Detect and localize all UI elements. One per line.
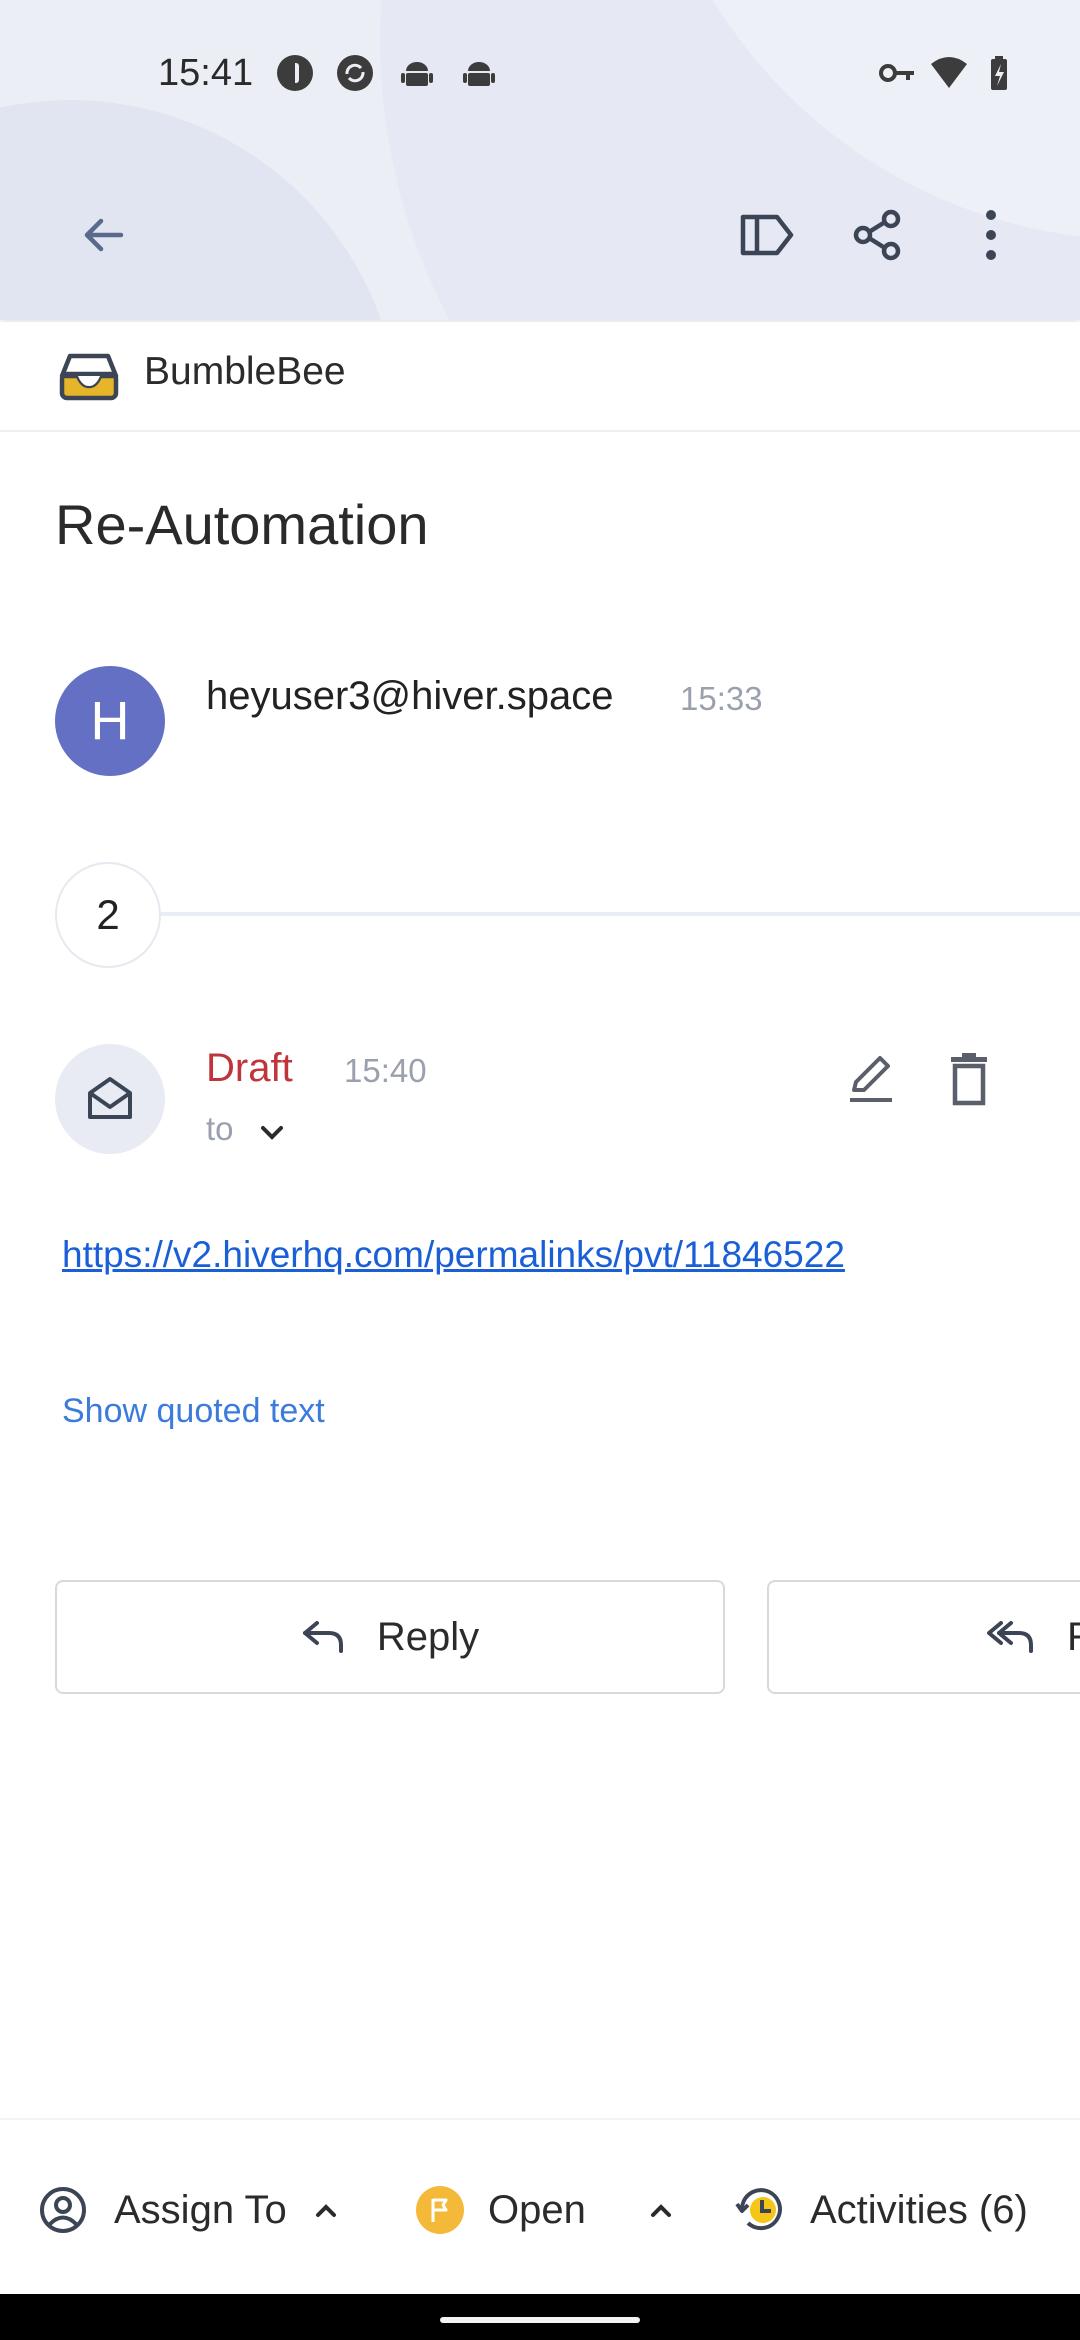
recipients-toggle[interactable]: to xyxy=(206,1110,285,1150)
email-subject: Re-Automation xyxy=(55,493,429,556)
activities-label: Activities (6) xyxy=(810,2187,1028,2232)
history-clock-icon xyxy=(734,2183,788,2237)
permalink-link[interactable]: https://v2.hiverhq.com/permalinks/pvt/11… xyxy=(62,1234,845,1276)
reply-all-button[interactable]: Reply all xyxy=(767,1580,1080,1694)
home-handle[interactable] xyxy=(440,2317,640,2323)
status-time: 15:41 xyxy=(158,52,254,94)
edit-draft-icon[interactable] xyxy=(838,1046,904,1112)
reply-icon xyxy=(301,1619,347,1655)
wifi-icon xyxy=(930,54,968,92)
draft-envelope-icon xyxy=(55,1044,165,1154)
user-circle-icon xyxy=(38,2185,88,2235)
chevron-down-icon xyxy=(259,1112,285,1150)
circle-app-icon xyxy=(276,54,314,92)
collapsed-count-badge[interactable]: 2 xyxy=(55,862,161,968)
draft-label: Draft xyxy=(206,1046,293,1090)
draft-time: 15:40 xyxy=(344,1052,427,1089)
chevron-up-icon xyxy=(313,2201,339,2219)
status-label: Open xyxy=(488,2187,586,2232)
label-icon[interactable] xyxy=(732,200,802,270)
reply-all-label: Reply all xyxy=(1067,1615,1080,1660)
share-icon[interactable] xyxy=(842,200,912,270)
assign-to-button[interactable]: Assign To xyxy=(38,2180,339,2240)
flag-status-icon xyxy=(414,2184,466,2236)
sender-address[interactable]: heyuser3@hiver.space xyxy=(206,674,614,719)
android-icon xyxy=(460,54,498,92)
status-open-button[interactable]: Open xyxy=(414,2180,674,2240)
delete-draft-icon[interactable] xyxy=(936,1046,1002,1112)
show-quoted-text-link[interactable]: Show quoted text xyxy=(62,1392,325,1431)
inbox-tray-icon xyxy=(58,350,120,402)
reply-label: Reply xyxy=(376,1614,480,1659)
reply-button[interactable]: Reply xyxy=(55,1580,725,1694)
to-label: to xyxy=(206,1110,234,1147)
sender-time: 15:33 xyxy=(680,680,763,717)
chevron-up-icon xyxy=(648,2201,674,2219)
activities-button[interactable]: Activities (6) xyxy=(734,2180,1028,2240)
sync-app-icon xyxy=(336,54,374,92)
assign-to-label: Assign To xyxy=(114,2187,287,2232)
back-arrow-icon[interactable] xyxy=(68,200,138,270)
app-header xyxy=(0,0,1080,320)
inbox-name: BumbleBee xyxy=(144,350,346,393)
reply-all-icon xyxy=(987,1619,1037,1655)
avatar[interactable]: H xyxy=(55,666,165,776)
thread-divider xyxy=(161,912,1080,916)
battery-icon xyxy=(982,54,1020,92)
more-vert-icon[interactable] xyxy=(956,200,1026,270)
vpn-key-icon xyxy=(878,54,916,92)
android-icon xyxy=(398,54,436,92)
